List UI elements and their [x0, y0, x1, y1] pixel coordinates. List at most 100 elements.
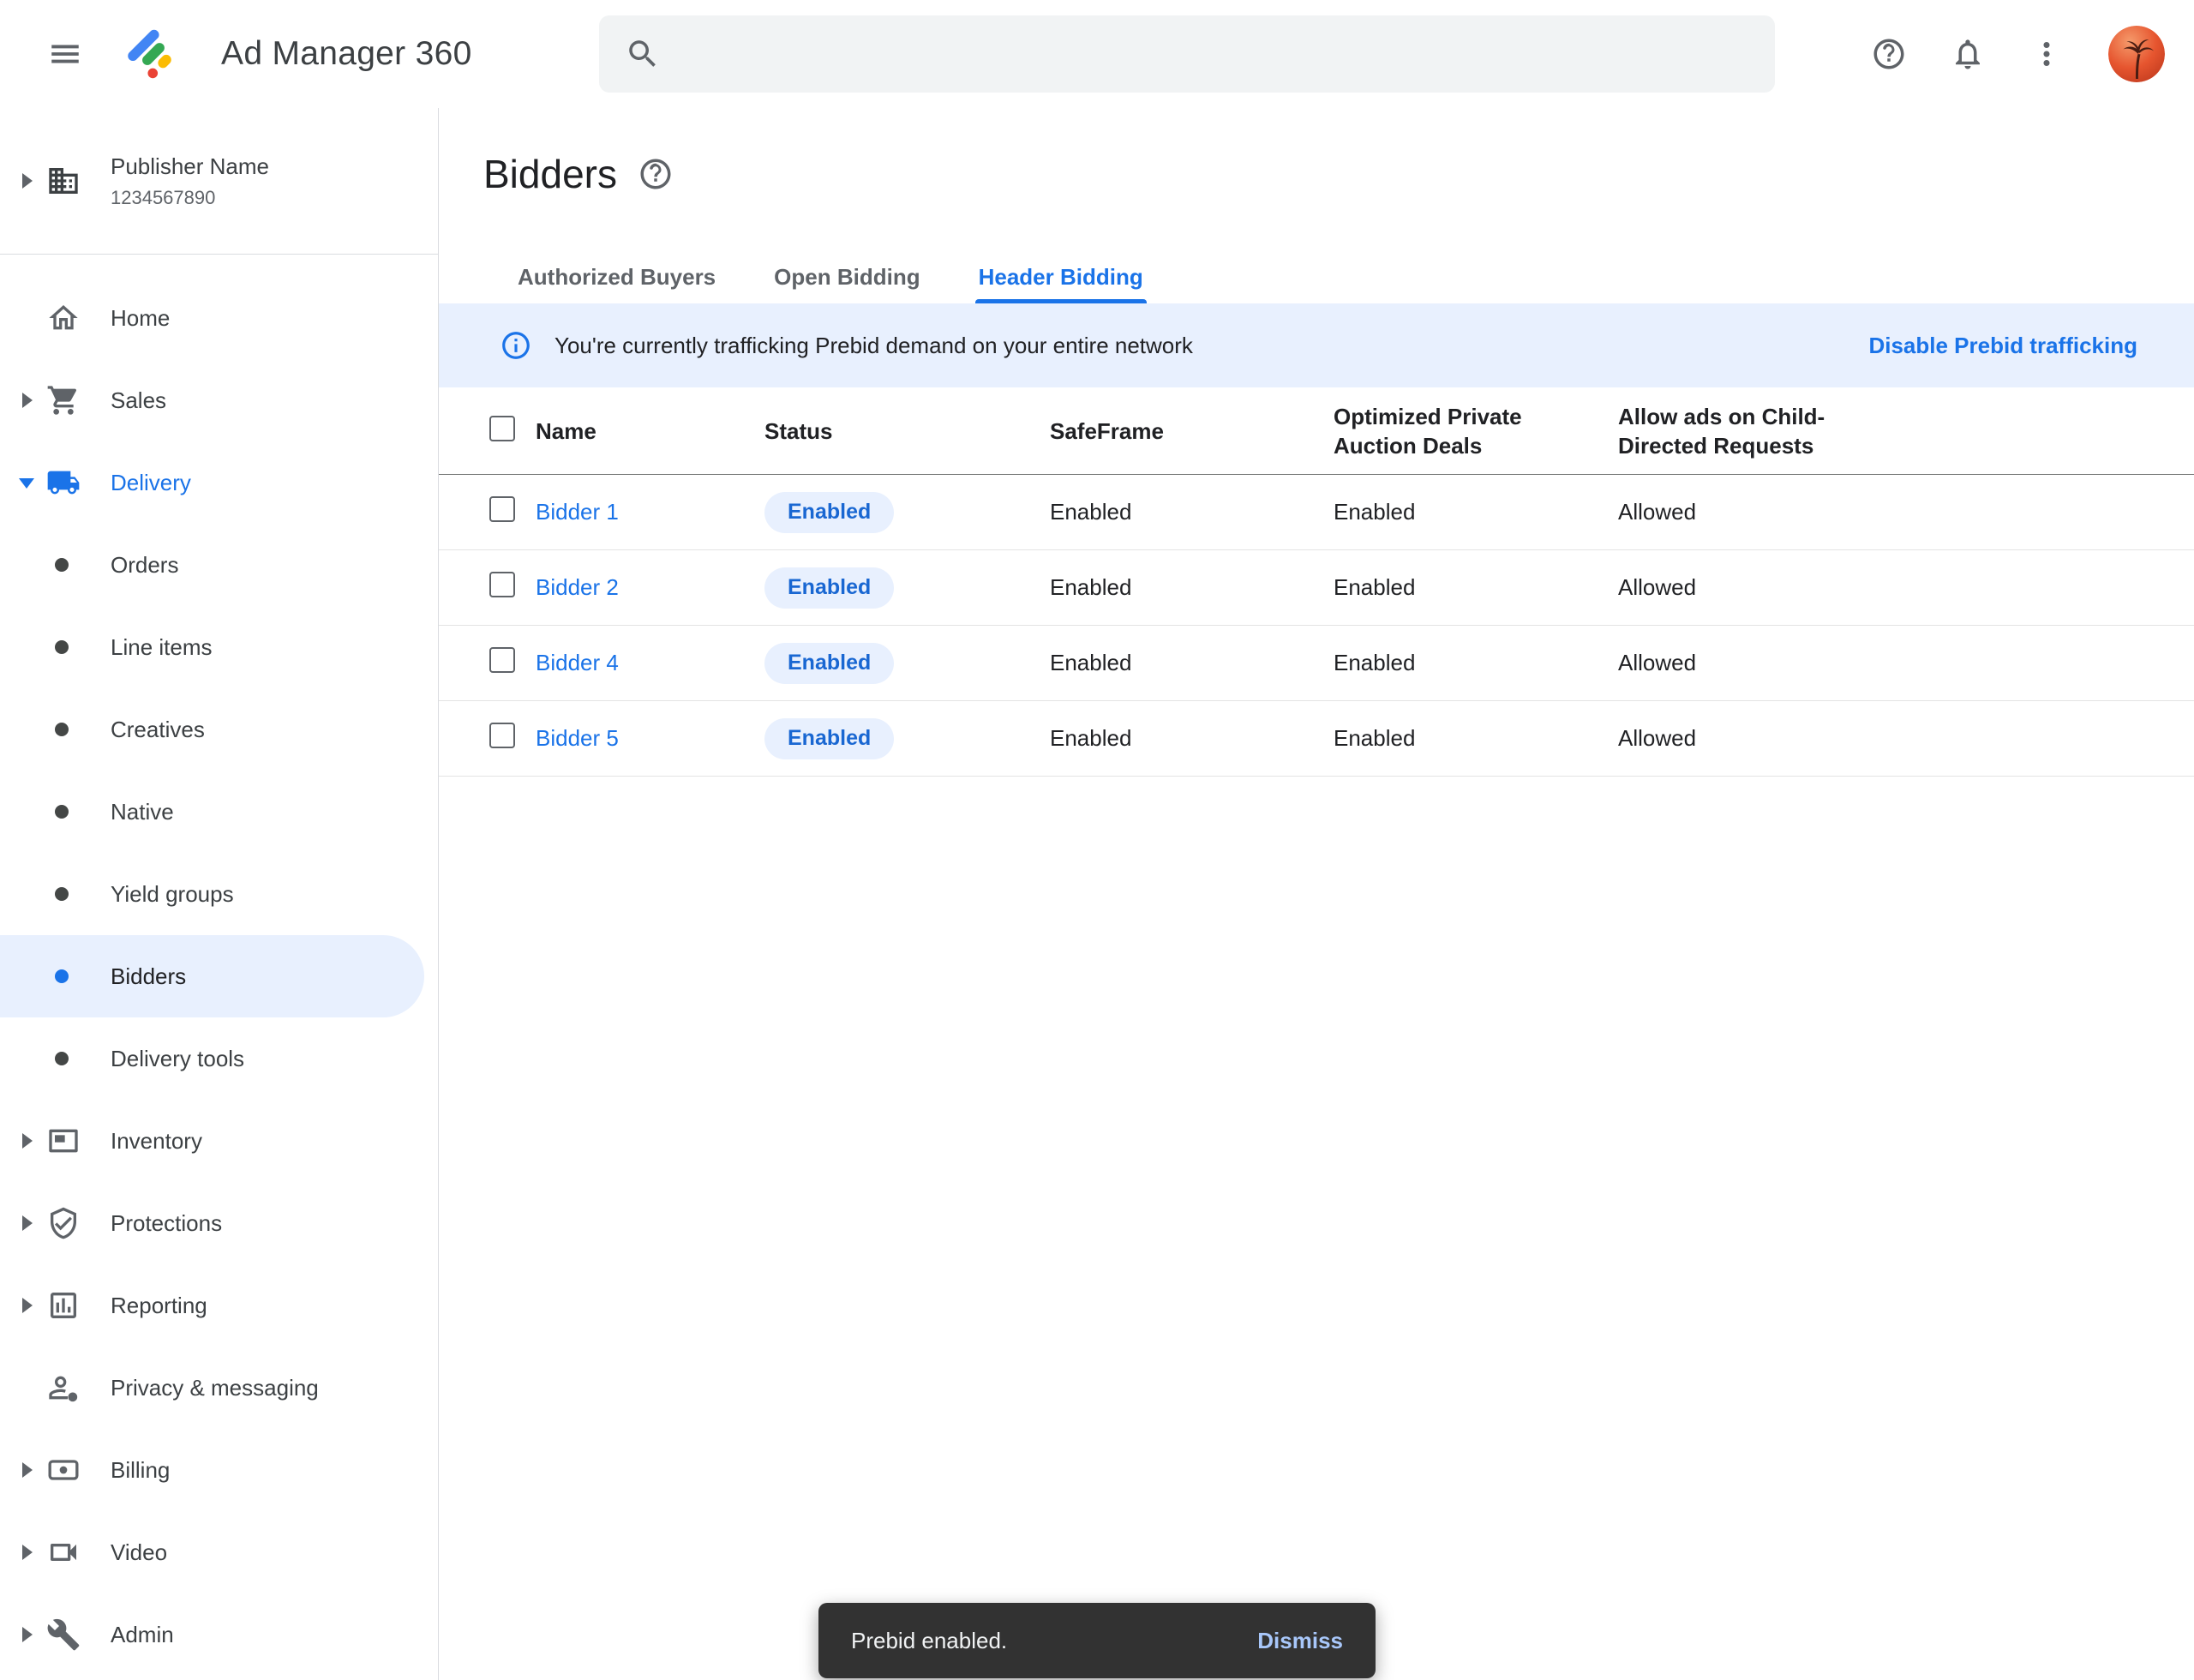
sidebar-item-label: Reporting: [111, 1293, 207, 1319]
more-vert-icon[interactable]: [2019, 27, 2074, 81]
sidebar-item-label: Admin: [111, 1622, 174, 1648]
expand-arrow-icon: [22, 173, 33, 189]
bullet-icon: [55, 558, 69, 572]
prebid-banner: You're currently trafficking Prebid dema…: [439, 303, 2194, 387]
sidebar-item-delivery-tools[interactable]: Delivery tools: [0, 1017, 438, 1100]
wrench-icon: [45, 1616, 82, 1653]
sidebar-item-creatives[interactable]: Creatives: [0, 688, 438, 771]
row-checkbox[interactable]: [489, 572, 515, 597]
sidebar-item-reporting[interactable]: Reporting: [0, 1264, 438, 1347]
page-title: Bidders: [483, 151, 617, 197]
topbar-actions: [1861, 0, 2165, 108]
sidebar-item-label: Orders: [111, 552, 178, 579]
collapse-arrow-icon: [19, 478, 34, 489]
sidebar-item-label: Bidders: [111, 963, 186, 990]
snackbar: Prebid enabled. Dismiss: [818, 1603, 1376, 1678]
cart-icon: [45, 381, 82, 419]
row-checkbox[interactable]: [489, 723, 515, 748]
sidebar-item-bidders[interactable]: Bidders: [0, 935, 424, 1017]
sidebar-item-label: Delivery tools: [111, 1046, 244, 1072]
table-row: Bidder 4 Enabled Enabled Enabled Allowed: [439, 626, 2194, 701]
app-title: Ad Manager 360: [221, 0, 472, 108]
video-camera-icon: [45, 1533, 82, 1571]
sidebar-item-native[interactable]: Native: [0, 771, 438, 853]
bullet-icon: [55, 723, 69, 736]
bidder-link[interactable]: Bidder 2: [536, 574, 619, 600]
bullet-icon: [55, 969, 69, 983]
help-icon[interactable]: [1861, 27, 1916, 81]
publisher-id: 1234567890: [111, 187, 269, 209]
sidebar-item-yield-groups[interactable]: Yield groups: [0, 853, 438, 935]
inventory-icon: [45, 1122, 82, 1160]
sidebar-item-label: Inventory: [111, 1128, 202, 1155]
expand-arrow-icon: [22, 1215, 33, 1231]
safeframe-value: Enabled: [1050, 574, 1334, 601]
row-checkbox[interactable]: [489, 647, 515, 673]
snackbar-message: Prebid enabled.: [851, 1628, 1257, 1654]
sidebar-item-label: Video: [111, 1539, 167, 1566]
sidebar-item-label: Protections: [111, 1210, 222, 1237]
bar-chart-icon: [45, 1287, 82, 1324]
sidebar-item-video[interactable]: Video: [0, 1511, 438, 1593]
child-directed-value: Allowed: [1618, 574, 2194, 601]
bidder-link[interactable]: Bidder 5: [536, 725, 619, 751]
truck-icon: [45, 464, 82, 501]
table-header-row: Name Status SafeFrame Optimized Private …: [439, 387, 2194, 475]
column-header-status: Status: [764, 417, 1050, 446]
sidebar-nav: Home Sales Delivery Orders: [0, 255, 438, 1676]
publisher-switcher[interactable]: Publisher Name 1234567890: [0, 108, 438, 255]
tab-header-bidding[interactable]: Header Bidding: [950, 250, 1172, 303]
column-header-name: Name: [536, 417, 764, 446]
sidebar-item-privacy-messaging[interactable]: Privacy & messaging: [0, 1347, 438, 1429]
search-input[interactable]: [683, 40, 1749, 68]
shield-icon: [45, 1204, 82, 1242]
sidebar-item-line-items[interactable]: Line items: [0, 606, 438, 688]
sidebar-item-home[interactable]: Home: [0, 277, 438, 359]
page-help-icon[interactable]: [638, 156, 674, 192]
dismiss-button[interactable]: Dismiss: [1257, 1628, 1343, 1654]
row-checkbox[interactable]: [489, 496, 515, 522]
expand-arrow-icon: [22, 1627, 33, 1642]
banner-message: You're currently trafficking Prebid dema…: [554, 333, 1193, 359]
optimized-private-auction-deals-value: Enabled: [1334, 650, 1618, 676]
sidebar-item-billing[interactable]: Billing: [0, 1429, 438, 1511]
disable-prebid-trafficking-link[interactable]: Disable Prebid trafficking: [1868, 333, 2137, 359]
search-bar[interactable]: [599, 15, 1775, 93]
sidebar-item-sales[interactable]: Sales: [0, 359, 438, 441]
person-badge-icon: [45, 1369, 82, 1407]
sidebar-item-inventory[interactable]: Inventory: [0, 1100, 438, 1182]
sidebar-item-label: Yield groups: [111, 881, 234, 908]
safeframe-value: Enabled: [1050, 725, 1334, 752]
bullet-icon: [55, 1052, 69, 1065]
notifications-icon[interactable]: [1940, 27, 1995, 81]
sidebar-item-admin[interactable]: Admin: [0, 1593, 438, 1676]
main-content: Bidders Authorized Buyers Open Bidding H…: [439, 108, 2194, 1680]
child-directed-value: Allowed: [1618, 499, 2194, 525]
bidder-link[interactable]: Bidder 1: [536, 499, 619, 525]
sidebar-item-label: Privacy & messaging: [111, 1375, 319, 1401]
child-directed-value: Allowed: [1618, 725, 2194, 752]
sidebar-item-label: Native: [111, 799, 174, 825]
sidebar-item-label: Creatives: [111, 717, 205, 743]
sidebar-item-delivery[interactable]: Delivery: [0, 441, 438, 524]
table-row: Bidder 1 Enabled Enabled Enabled Allowed: [439, 475, 2194, 550]
sidebar-item-label: Sales: [111, 387, 166, 414]
bidder-link[interactable]: Bidder 4: [536, 650, 619, 675]
search-icon: [625, 36, 661, 72]
sidebar-item-orders[interactable]: Orders: [0, 524, 438, 606]
sidebar-item-protections[interactable]: Protections: [0, 1182, 438, 1264]
column-header-child-directed: Allow ads on Child-Directed Requests: [1618, 402, 1843, 460]
menu-icon[interactable]: [39, 27, 91, 81]
expand-arrow-icon: [22, 1545, 33, 1560]
tab-authorized-buyers[interactable]: Authorized Buyers: [489, 250, 745, 303]
child-directed-value: Allowed: [1618, 650, 2194, 676]
tab-open-bidding[interactable]: Open Bidding: [745, 250, 949, 303]
table-row: Bidder 5 Enabled Enabled Enabled Allowed: [439, 701, 2194, 777]
status-badge: Enabled: [764, 567, 894, 609]
avatar[interactable]: [2108, 26, 2165, 82]
sidebar-item-label: Home: [111, 305, 170, 332]
optimized-private-auction-deals-value: Enabled: [1334, 725, 1618, 752]
status-badge: Enabled: [764, 643, 894, 684]
select-all-checkbox[interactable]: [489, 416, 515, 441]
sidebar: Publisher Name 1234567890 Home Sales: [0, 108, 439, 1680]
